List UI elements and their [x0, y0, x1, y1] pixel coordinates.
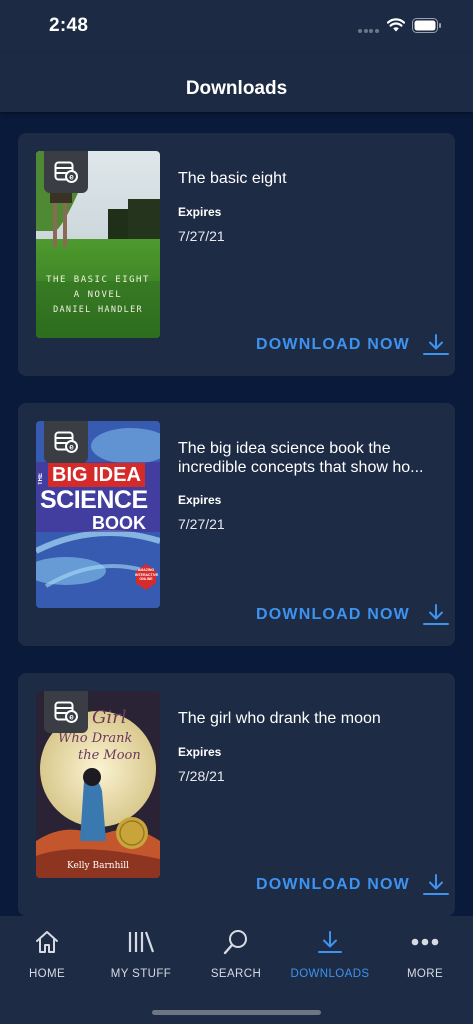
search-icon	[223, 930, 247, 955]
svg-text:e: e	[69, 173, 74, 182]
download-now-button[interactable]: DOWNLOAD NOW	[256, 602, 449, 628]
download-card[interactable]: THE BASIC EIGHT A NOVEL DANIEL HANDLER e…	[18, 133, 455, 376]
cover-title-big-idea: BIG IDEA	[48, 463, 145, 487]
home-icon	[36, 931, 58, 953]
ebook-icon: e	[54, 701, 78, 723]
book-cover[interactable]: Girl Who Drank the Moon Kelly Barnhill e	[36, 691, 160, 878]
tab-search[interactable]: SEARCH	[189, 926, 283, 986]
cover-title-the-moon: the Moon	[78, 748, 141, 763]
expires-label: Expires	[178, 493, 222, 507]
page-header: Downloads	[0, 54, 473, 112]
expires-label: Expires	[178, 205, 222, 219]
cover-title-the: THE	[38, 473, 44, 485]
cover-badge: AMAZING INTERACTIVE ONLINE	[135, 568, 159, 581]
tab-home[interactable]: HOME	[0, 926, 94, 986]
library-icon	[128, 931, 155, 953]
ebook-badge: e	[44, 151, 88, 193]
book-cover[interactable]: THE BASIC EIGHT A NOVEL DANIEL HANDLER e	[36, 151, 160, 338]
tab-more[interactable]: MORE	[378, 926, 472, 986]
cover-subtitle: A NOVEL	[73, 290, 123, 300]
status-bar: 2:48	[0, 0, 473, 54]
download-icon	[318, 931, 342, 953]
cover-author: Kelly Barnhill	[66, 861, 130, 871]
cover-title: THE BASIC EIGHT	[46, 275, 150, 285]
download-now-label: DOWNLOAD NOW	[256, 876, 410, 893]
download-icon	[422, 874, 449, 895]
download-now-button[interactable]: DOWNLOAD NOW	[256, 332, 449, 358]
tab-search-label: SEARCH	[210, 968, 262, 980]
tab-home-label: HOME	[28, 968, 66, 980]
home-indicator[interactable]	[152, 1010, 321, 1015]
ebook-icon: e	[54, 161, 78, 183]
cover-title-who-drank: Who Drank	[58, 731, 133, 746]
svg-text:e: e	[69, 443, 74, 452]
cover-author: DANIEL HANDLER	[53, 305, 143, 315]
download-icon	[422, 334, 449, 355]
svg-text:e: e	[69, 713, 74, 722]
tab-my-stuff-label: MY STUFF	[110, 968, 172, 980]
book-title[interactable]: The basic eight	[178, 169, 443, 188]
battery-icon	[412, 18, 441, 33]
cover-title-book: BOOK	[92, 513, 146, 533]
expires-date: 7/28/21	[178, 768, 225, 784]
ebook-badge: e	[44, 421, 88, 463]
download-card[interactable]: THE BIG IDEA SCIENCE BOOK AMAZING INTERA…	[18, 403, 455, 646]
download-now-label: DOWNLOAD NOW	[256, 606, 410, 623]
wifi-icon	[387, 18, 405, 32]
status-time: 2:48	[49, 15, 89, 36]
tab-downloads[interactable]: DOWNLOADS	[283, 926, 377, 986]
tab-downloads-label: DOWNLOADS	[290, 968, 370, 980]
expires-date: 7/27/21	[178, 516, 225, 532]
book-title[interactable]: The girl who drank the moon	[178, 709, 443, 728]
download-now-button[interactable]: DOWNLOAD NOW	[256, 872, 449, 898]
cellular-signal-icon	[358, 29, 380, 33]
book-cover[interactable]: THE BIG IDEA SCIENCE BOOK AMAZING INTERA…	[36, 421, 160, 608]
more-icon	[411, 938, 439, 946]
download-icon	[422, 604, 449, 625]
tab-more-label: MORE	[406, 968, 444, 980]
ebook-badge: e	[44, 691, 88, 733]
cover-title-girl: Girl	[92, 707, 127, 728]
cover-title-science: SCIENCE	[40, 486, 148, 514]
expires-date: 7/27/21	[178, 228, 225, 244]
ebook-icon: e	[54, 431, 78, 453]
tab-bar: HOME MY STUFF SEARCH DOWNLOADS MORE	[0, 916, 473, 1024]
page-title: Downloads	[185, 78, 288, 99]
expires-label: Expires	[178, 745, 222, 759]
book-title[interactable]: The big idea science book the incredible…	[178, 439, 443, 477]
tab-my-stuff[interactable]: MY STUFF	[94, 926, 188, 986]
download-card[interactable]: Girl Who Drank the Moon Kelly Barnhill e…	[18, 673, 455, 916]
download-now-label: DOWNLOAD NOW	[256, 336, 410, 353]
